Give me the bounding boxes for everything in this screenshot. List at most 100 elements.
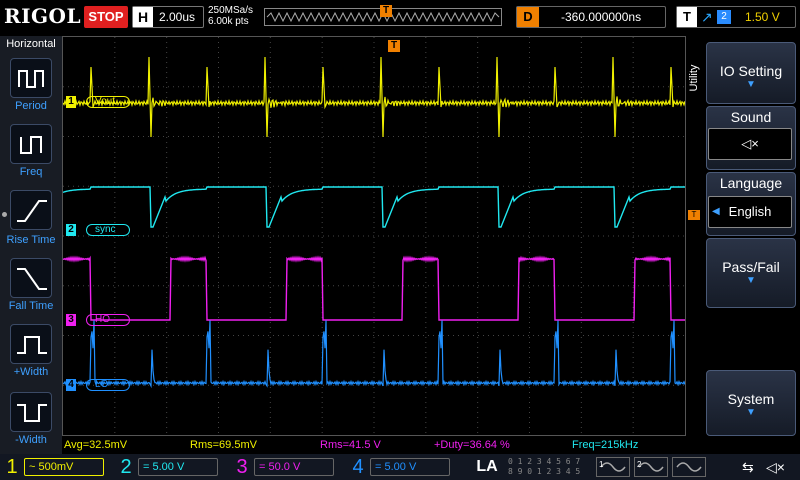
speaker-mute-icon[interactable]: ◁× xyxy=(766,458,786,476)
neg-width-button[interactable] xyxy=(10,392,52,432)
ch1-trace xyxy=(63,56,685,138)
utility-label: Utility xyxy=(688,64,700,92)
generator-2-button[interactable]: 2 xyxy=(634,457,668,477)
measurement-bar: Avg=32.5mV Rms=69.5mV Rms=41.5 V +Duty=3… xyxy=(62,436,686,454)
ch1-scale: 500mV xyxy=(38,461,74,473)
trigger-level-marker: T xyxy=(688,210,700,220)
page-dot-icon xyxy=(2,212,7,217)
ch3-status-number: 3 xyxy=(236,456,248,478)
chevron-down-icon: ▼ xyxy=(746,275,756,286)
ch2-scale-box: = 5.00 V xyxy=(138,458,218,476)
memory-depth: 6.00k pts xyxy=(208,16,249,27)
ch4-scale-box: = 5.00 V xyxy=(370,458,450,476)
measure-freq[interactable]: Freq=215kHz xyxy=(572,439,638,451)
pos-width-button[interactable] xyxy=(10,324,52,364)
neg-width-icon xyxy=(17,404,47,422)
utility-tab[interactable]: Utility xyxy=(686,42,704,122)
ch3-scale-box: = 50.0 V xyxy=(254,458,334,476)
pass-fail-button[interactable]: Pass/Fail ▼ xyxy=(706,238,796,308)
ch2-scale: 5.00 V xyxy=(152,461,185,473)
trigger-box[interactable]: T ↗ 2 1.50 V xyxy=(676,6,796,28)
ch4-scale: 5.00 V xyxy=(384,461,417,473)
ch2-trace xyxy=(63,186,685,228)
measure-avg[interactable]: Avg=32.5mV xyxy=(64,439,127,451)
trigger-position-marker: T xyxy=(380,5,392,17)
sine-wave-icon xyxy=(676,462,702,472)
ch3-number: 3 xyxy=(66,314,76,326)
channel-status-bar: 1 ~ 500mV 2 = 5.00 V 3 = 50.0 V 4 = 5.00… xyxy=(0,454,800,480)
acquisition-info: 250MSa/s 6.00k pts xyxy=(208,5,253,27)
period-label: Period xyxy=(15,100,47,112)
fall-time-button[interactable] xyxy=(10,258,52,298)
trigger-source: 2 xyxy=(717,10,731,24)
ch3-label: HO xyxy=(86,314,130,326)
ch3-trace xyxy=(63,255,685,321)
ch1-status-number: 1 xyxy=(6,456,18,478)
generator-3-button[interactable] xyxy=(672,457,706,477)
freq-label: Freq xyxy=(19,166,43,178)
ch2-number: 2 xyxy=(66,224,76,236)
measure-sidebar: Horizontal Period Freq Rise Time Fall Ti… xyxy=(0,36,62,456)
ch2-label: sync xyxy=(86,224,130,236)
ch4-number: 4 xyxy=(66,379,76,391)
la-digits-top: 0 1 2 3 4 5 6 7 xyxy=(508,457,581,466)
la-channel-digits: 0 1 2 3 4 5 6 7 8 9 0 1 2 3 4 5 xyxy=(508,457,588,477)
ch2-coupling: = xyxy=(143,461,150,473)
trigger-level: 1.50 V xyxy=(745,10,780,24)
system-label: System xyxy=(727,391,775,407)
ch3-scale: 50.0 V xyxy=(268,461,301,473)
fall-time-label: Fall Time xyxy=(8,300,54,312)
delay-box[interactable]: D -360.000000ns xyxy=(516,6,666,28)
pos-width-icon xyxy=(17,336,47,354)
system-button[interactable]: System ▼ xyxy=(706,370,796,436)
rise-time-label: Rise Time xyxy=(6,234,56,246)
rising-edge-icon: ↗ xyxy=(701,9,713,25)
sample-rate: 250MSa/s xyxy=(208,5,254,16)
delay-label: D xyxy=(517,7,539,27)
la-digits-bottom: 8 9 0 1 2 3 4 5 xyxy=(508,467,581,476)
logic-analyzer-button[interactable]: LA xyxy=(470,456,504,478)
measure-rms-ch1[interactable]: Rms=69.5mV xyxy=(190,439,257,451)
horizontal-label: H xyxy=(133,7,153,27)
ch3-coupling: = xyxy=(259,461,266,473)
usb-icon: ⇆ xyxy=(742,459,754,475)
generator-1-number: 1 xyxy=(599,460,604,469)
ch4-label: LO xyxy=(86,379,130,391)
delay-value: -360.000000ns xyxy=(561,10,642,24)
horizontal-timebase[interactable]: H 2.00us xyxy=(132,6,204,28)
language-value: English xyxy=(728,204,772,219)
rise-time-button[interactable] xyxy=(10,190,52,230)
io-setting-button[interactable]: IO Setting ▼ xyxy=(706,42,796,104)
neg-width-label: -Width xyxy=(15,434,47,446)
timebase-value: 2.00us xyxy=(159,10,196,24)
waveforms xyxy=(63,56,685,389)
ch1-coupling: ~ xyxy=(29,461,36,473)
measure-duty[interactable]: +Duty=36.64 % xyxy=(434,439,510,451)
speaker-mute-icon: ◁× xyxy=(741,136,759,151)
freq-button[interactable] xyxy=(10,124,52,164)
period-button[interactable] xyxy=(10,58,52,98)
sidebar-title: Horizontal xyxy=(6,38,56,50)
measure-rms-ch3[interactable]: Rms=41.5 V xyxy=(320,439,381,451)
ch4-status-number: 4 xyxy=(352,456,364,478)
pass-fail-label: Pass/Fail xyxy=(722,259,780,275)
rigol-logo: RIGOL xyxy=(4,4,82,28)
language-select[interactable]: ◀ English xyxy=(708,196,792,228)
waveform-display[interactable] xyxy=(62,36,686,436)
ch4-trace xyxy=(63,320,685,389)
ch1-scale-box: ~ 500mV xyxy=(24,458,104,476)
chevron-down-icon: ▼ xyxy=(746,407,756,418)
trigger-label: T xyxy=(677,7,697,27)
chevron-left-icon: ◀ xyxy=(712,206,720,217)
ch2-status-number: 2 xyxy=(120,456,132,478)
io-setting-label: IO Setting xyxy=(719,63,783,79)
trigger-time-marker: T xyxy=(388,40,400,52)
generator-2-number: 2 xyxy=(637,460,642,469)
ch1-number: 1 xyxy=(66,96,76,108)
sound-toggle[interactable]: ◁× xyxy=(708,128,792,160)
generator-1-button[interactable]: 1 xyxy=(596,457,630,477)
run-stop-status[interactable]: STOP xyxy=(84,6,128,28)
freq-icon xyxy=(20,136,42,154)
language-label: Language xyxy=(719,175,783,191)
chevron-down-icon: ▼ xyxy=(746,79,756,90)
